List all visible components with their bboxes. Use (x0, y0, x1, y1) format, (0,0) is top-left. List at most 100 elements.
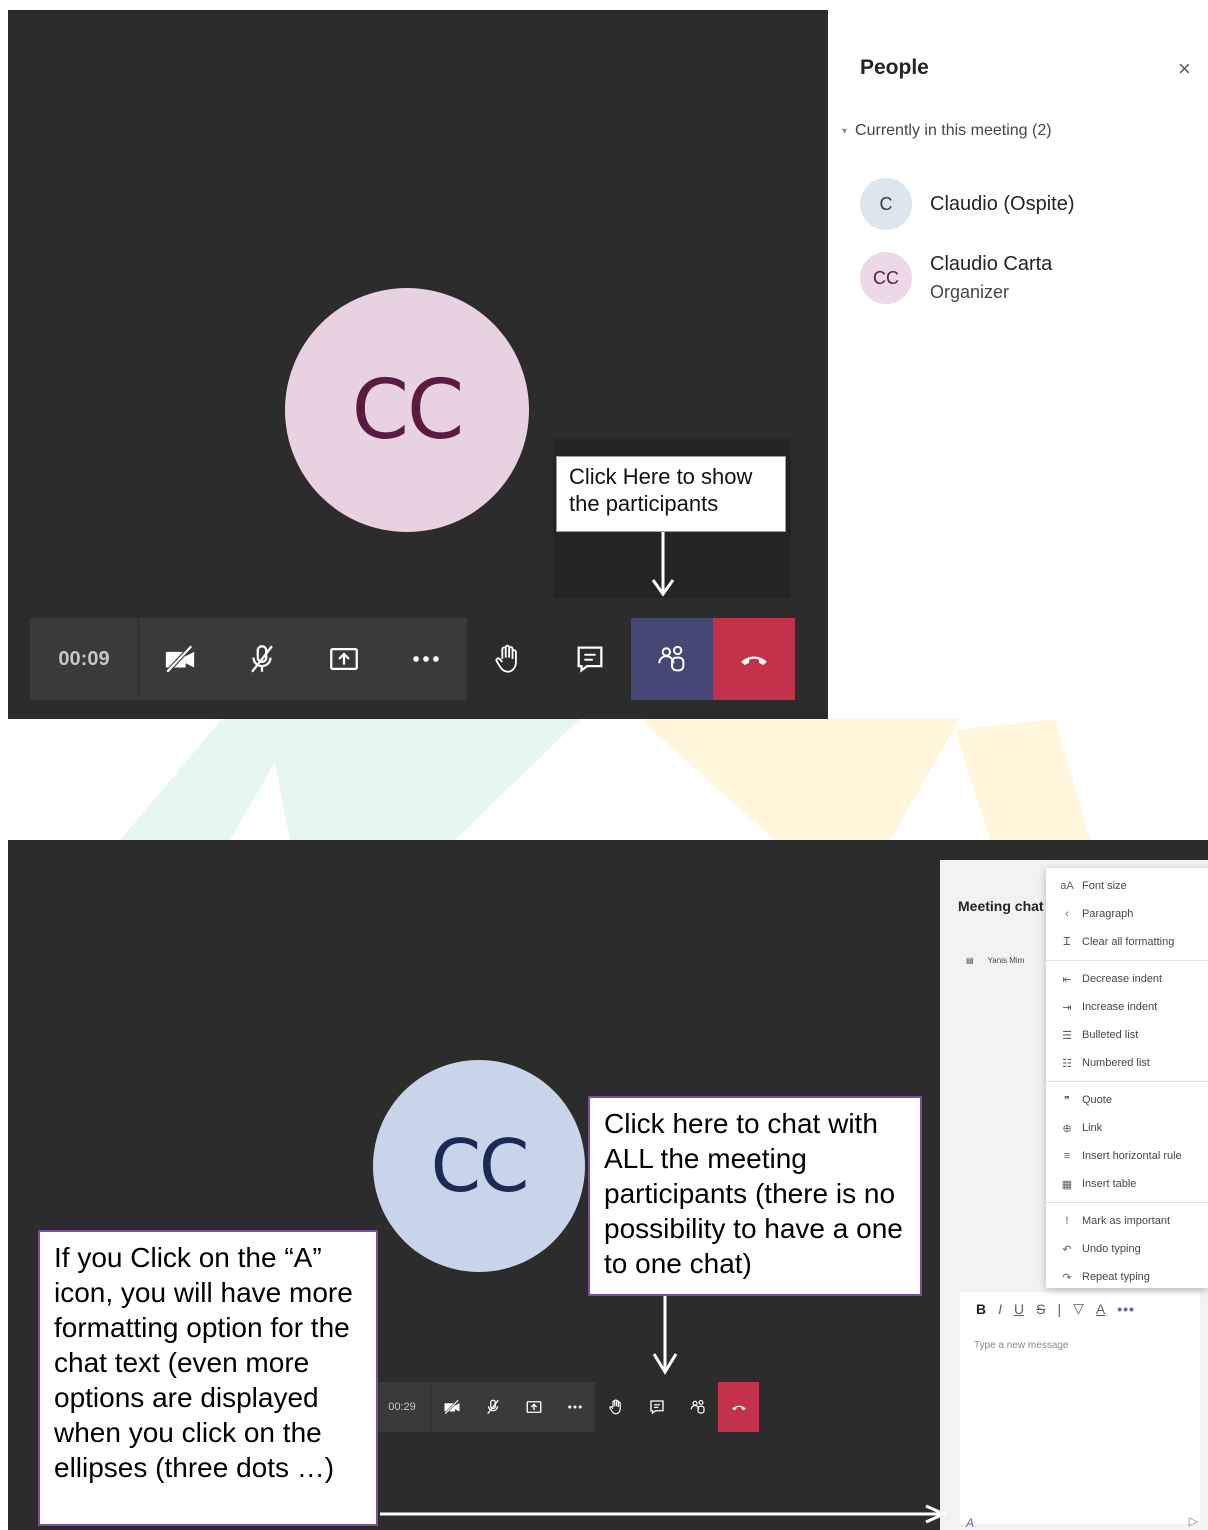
arrow-right-icon (380, 1504, 948, 1524)
more-options-button[interactable]: ••• (1117, 1301, 1135, 1317)
ellipsis-icon (567, 1405, 582, 1409)
participant-row[interactable]: C Claudio (Ospite) (860, 178, 1075, 230)
people-panel-title: People (860, 56, 929, 79)
participant-role: Organizer (930, 282, 1010, 302)
chat-message-row[interactable]: ▤ Yanis Mim (966, 956, 1024, 965)
toolbar-right-group (467, 618, 795, 700)
participant-name: Claudio (Ospite) (930, 192, 1075, 215)
chat-icon (649, 1400, 664, 1415)
menu-item-quote[interactable]: ❞ Quote (1046, 1086, 1208, 1114)
menu-item-horizontal-rule[interactable]: ≡ Insert horizontal rule (1046, 1142, 1208, 1170)
participant-row[interactable]: CC Claudio Carta Organizer (860, 252, 1052, 304)
important-icon: ! (1065, 1215, 1069, 1227)
menu-item-bulleted-list[interactable]: ☰ Bulleted list (1046, 1021, 1208, 1049)
menu-item-increase-indent[interactable]: ⇥ Increase indent (1046, 993, 1208, 1021)
toolbar-media-group (139, 618, 467, 700)
camera-off-button[interactable] (431, 1382, 472, 1432)
menu-group-actions: ! Mark as important ↶ Undo typing ↷ Repeat … (1046, 1203, 1208, 1295)
menu-item-label: Link (1082, 1122, 1103, 1134)
raise-hand-button[interactable] (595, 1382, 636, 1432)
quote-icon: ❞ (1064, 1094, 1070, 1107)
send-icon[interactable]: ▷ (1189, 1514, 1198, 1528)
show-participants-button[interactable] (677, 1382, 718, 1432)
menu-item-mark-important[interactable]: ! Mark as important (1046, 1207, 1208, 1235)
call-toolbar: 00:09 (30, 618, 795, 700)
underline-button[interactable]: U (1014, 1301, 1024, 1317)
menu-item-insert-table[interactable]: ▦ Insert table (1046, 1170, 1208, 1198)
avatar-initials: CC (351, 362, 465, 458)
table-icon: ▦ (1061, 1178, 1073, 1191)
people-icon (690, 1399, 705, 1414)
menu-item-link[interactable]: ⊕ Link (1046, 1114, 1208, 1142)
mic-off-icon (251, 645, 273, 673)
menu-item-label: Insert table (1082, 1178, 1137, 1190)
highlight-button[interactable]: ▽ (1073, 1300, 1084, 1317)
message-icon: ▤ (966, 956, 974, 965)
link-icon: ⊕ (1062, 1122, 1072, 1135)
more-actions-button[interactable] (385, 618, 467, 700)
call-toolbar: 00:29 (374, 1382, 759, 1432)
hang-up-button[interactable] (713, 618, 795, 700)
numbered-list-icon: ☷ (1062, 1057, 1072, 1070)
bold-button[interactable]: B (976, 1301, 986, 1317)
font-color-button[interactable]: A (1096, 1301, 1105, 1317)
format-toolbar: B I U S | ▽ A ••• (976, 1300, 1135, 1317)
chat-button[interactable] (636, 1382, 677, 1432)
show-participants-button[interactable] (631, 618, 713, 700)
hand-icon (495, 644, 517, 673)
avatar: C (860, 178, 912, 230)
hand-icon (608, 1399, 621, 1415)
menu-item-decrease-indent[interactable]: ⇤ Decrease indent (1046, 965, 1208, 993)
close-icon[interactable]: × (1178, 56, 1191, 82)
italic-button[interactable]: I (998, 1301, 1002, 1317)
participant-avatar: CC (373, 1060, 585, 1272)
camera-off-button[interactable] (139, 618, 221, 700)
callout-show-participants: Click Here to show the participants (556, 456, 786, 532)
camera-off-icon (443, 1399, 459, 1415)
share-screen-button[interactable] (303, 618, 385, 700)
menu-item-label: Insert horizontal rule (1082, 1150, 1182, 1162)
toolbar-right-group (595, 1382, 759, 1432)
format-a-icon[interactable]: A (966, 1516, 974, 1530)
menu-item-numbered-list[interactable]: ☷ Numbered list (1046, 1049, 1208, 1077)
menu-item-undo-typing[interactable]: ↶ Undo typing (1046, 1235, 1208, 1263)
redo-icon: ↷ (1062, 1271, 1072, 1284)
mute-button[interactable] (472, 1382, 513, 1432)
arrow-down-icon (651, 532, 675, 597)
menu-item-label: Clear all formatting (1082, 936, 1175, 948)
font-size-icon: aA (1060, 880, 1074, 892)
raise-hand-button[interactable] (467, 618, 549, 700)
menu-item-paragraph[interactable]: ‹ Paragraph (1046, 900, 1208, 928)
mute-button[interactable] (221, 618, 303, 700)
hang-up-button[interactable] (718, 1382, 759, 1432)
format-options-menu: aA Font size ‹ Paragraph Ꮖ Clear all format… (1046, 868, 1208, 1288)
participant-name: Claudio Carta (930, 253, 1053, 275)
share-screen-button[interactable] (513, 1382, 554, 1432)
menu-item-clear-formatting[interactable]: Ꮖ Clear all formatting (1046, 928, 1208, 956)
increase-indent-icon: ⇥ (1062, 1001, 1072, 1014)
compose-box[interactable]: B I U S | ▽ A ••• Type a new message (960, 1292, 1200, 1524)
callout-formatting-options: If you Click on the “A” icon, you will h… (38, 1230, 378, 1526)
menu-item-label: Font size (1082, 880, 1127, 892)
menu-group-lists: ⇤ Decrease indent ⇥ Increase indent ☰ Bulle… (1046, 961, 1208, 1082)
strikethrough-button[interactable]: S (1036, 1301, 1045, 1317)
undo-icon: ↶ (1062, 1243, 1072, 1256)
arrow-down-icon (652, 1294, 678, 1375)
share-screen-icon (330, 647, 358, 671)
menu-item-label: Quote (1082, 1094, 1112, 1106)
section-currently-in-meeting[interactable]: ▾ Currently in this meeting (2) (842, 122, 1052, 140)
menu-item-repeat-typing[interactable]: ↷ Repeat typing (1046, 1263, 1208, 1291)
callout-chat-all-participants: Click here to chat with ALL the meeting … (588, 1096, 922, 1296)
menu-group-insert: ❞ Quote ⊕ Link ≡ Insert horizontal rule ▦ In… (1046, 1082, 1208, 1203)
more-actions-button[interactable] (554, 1382, 595, 1432)
ellipsis-icon (413, 656, 439, 662)
chat-button[interactable] (549, 618, 631, 700)
clear-formatting-icon: Ꮖ (1063, 935, 1071, 948)
menu-item-label: Repeat typing (1082, 1271, 1150, 1283)
chat-sender: Yanis Mim (987, 956, 1025, 965)
avatar-initials: CC (430, 1124, 530, 1208)
message-input[interactable]: Type a new message (974, 1340, 1069, 1351)
toolbar-media-group (431, 1382, 595, 1432)
menu-item-font-size[interactable]: aA Font size (1046, 872, 1208, 900)
people-panel: People × ▾ Currently in this meeting (2)… (832, 10, 1208, 340)
